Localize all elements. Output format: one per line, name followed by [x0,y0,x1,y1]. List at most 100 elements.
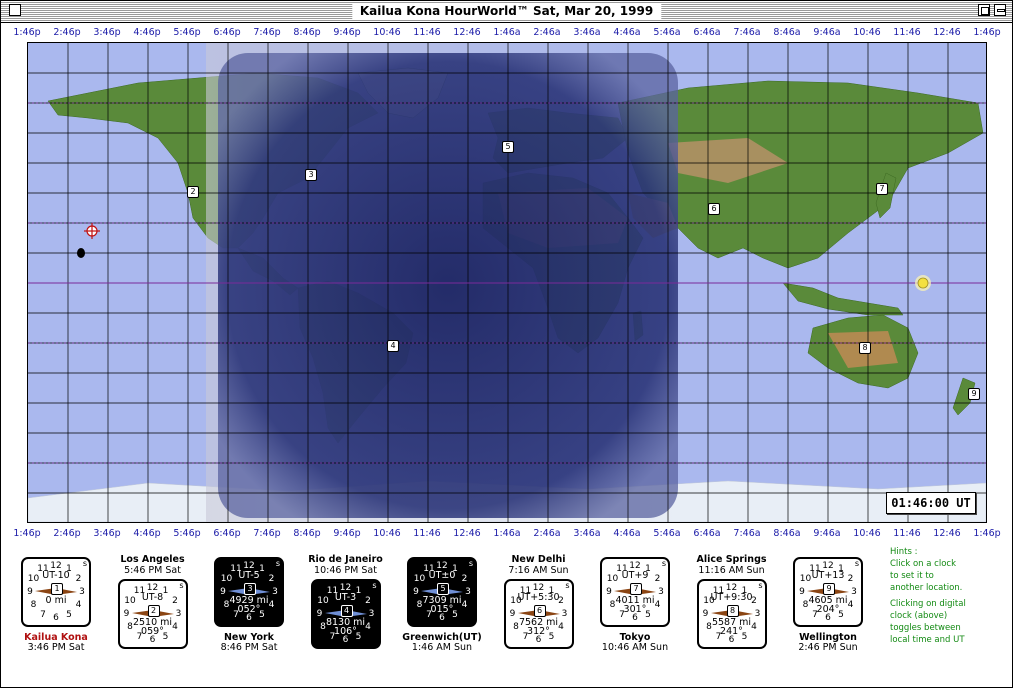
time-label: 2:46p [53,27,81,38]
clock-local-time: 10:46 AM Sun [601,642,669,653]
clock-city-name: Alice Springs [696,554,767,565]
time-label: 7:46p [253,528,281,539]
hints-panel: Hints : Click on a clock to set it to an… [890,546,1008,646]
clock-bearing: 015° [430,604,454,615]
map-marker-3[interactable]: 3 [305,169,317,181]
time-label: 2:46a [533,27,561,38]
time-label: 2:46p [53,528,81,539]
clock-bearing: 241° [720,626,743,637]
time-label: 5:46p [173,27,201,38]
time-label: 2:46a [533,528,561,539]
clock-zone: UT+9 [621,570,649,581]
clock-face[interactable]: 12 1 2 3 4 5 6 7 8 9 10 11 s UT+5:30 6 7562 mi 312° [503,579,574,649]
map-marker-7[interactable]: 7 [876,183,888,195]
time-label: 6:46a [693,528,721,539]
time-label: 4:46a [613,528,641,539]
time-label: 5:46a [653,528,681,539]
clock-bearing: 106° [334,626,357,637]
clock-face[interactable]: 12 1 2 3 4 5 6 7 8 9 10 11 s UT-8 2 2510 mi 059° [117,579,188,649]
clock-number-badge: 1 [51,583,63,595]
time-label: 6:46p [213,27,241,38]
map-marker-5[interactable]: 5 [502,141,514,153]
time-label: 7:46a [733,528,761,539]
map-marker-6[interactable]: 6 [708,203,720,215]
clock-distance: 0 mi [45,595,67,606]
clock-face[interactable]: 12 1 2 3 4 5 6 7 8 9 10 11 s UT+9 7 4011 mi 301° [600,557,670,627]
time-label: 8:46a [773,528,801,539]
map-marker-9[interactable]: 9 [968,388,980,400]
time-label: 1:46p [973,528,1001,539]
clock-face[interactable]: 12 1 2 3 4 5 6 7 8 9 10 11 s UT+13 9 4605 mi 204° [793,557,863,627]
clock-bearing: 301° [623,604,647,615]
time-label: 1:46a [493,27,521,38]
clock-number-badge: 7 [630,583,642,595]
clock-zone: UT-8 [141,592,164,603]
night-region [218,53,678,518]
time-label: 3:46a [573,528,601,539]
clock-zone: UT-3 [334,592,357,603]
time-label: 8:46a [773,27,801,38]
map-marker-8[interactable]: 8 [859,342,871,354]
time-label: 7:46p [253,27,281,38]
time-label: 10:46 [853,528,881,539]
time-label: 10:46 [373,528,401,539]
clock-face[interactable]: 12 1 2 3 4 5 6 7 8 9 10 11 s UT+9:30 8 5587 mi 241° [696,579,767,649]
time-label: 4:46p [133,528,161,539]
clock-city-name: Los Angeles [120,554,185,565]
clock-local-time: 8:46 PM Sat [220,642,278,653]
clock-bearing: 204° [816,604,840,615]
time-label: 6:46a [693,27,721,38]
collapse-box[interactable] [994,4,1006,16]
clock-zone: UT+13 [811,570,845,581]
clock-local-time: 1:46 AM Sun [411,642,473,653]
clock-face[interactable]: 12 1 2 3 4 5 6 7 8 9 10 11 s UT-5 3 4929 mi 052° [214,557,284,627]
time-label: 7:46a [733,27,761,38]
clock-local-time: 5:46 PM Sat [124,565,181,576]
clock-number-badge: 4 [340,605,353,617]
hourworld-window: Kailua Kona HourWorld™ Sat, Mar 20, 1999… [0,0,1013,688]
time-label: 5:46p [173,528,201,539]
time-label: 3:46p [93,27,121,38]
clock-zone: UT-10 [42,570,70,581]
digital-clock[interactable]: 01:46:00 UT [886,492,976,514]
time-label: 12:46 [933,528,961,539]
zoom-box[interactable] [978,4,990,16]
clock-face[interactable]: 12 1 2 3 4 5 6 7 8 9 10 11 s UT±0 5 7309 mi 015° [407,557,477,627]
clock-local-time: 2:46 PM Sun [798,642,858,653]
clock-local-time: 11:16 AM Sun [698,565,765,576]
time-label: 10:46 [853,27,881,38]
clock-number-badge: 8 [726,605,739,617]
time-label: 11:46 [893,27,921,38]
map-marker-4[interactable]: 4 [387,340,399,352]
clock-number-badge: 9 [823,583,835,595]
time-label: 9:46p [333,528,361,539]
map-marker-2[interactable]: 2 [187,186,199,198]
time-ruler-bottom: 1:46p 2:46p 3:46p 4:46p 5:46p 6:46p 7:46p 8:46p… [1,527,1012,541]
time-label: 9:46a [813,528,841,539]
close-box[interactable] [9,4,21,16]
time-label: 8:46p [293,27,321,38]
clock-face[interactable]: 12 1 2 3 4 5 6 7 8 9 10 11 s UT-10 1 0 mi [21,557,91,627]
time-label: 6:46p [213,528,241,539]
hint-digital-toggle: Clicking on digital clock (above) toggle… [890,599,966,645]
clock-city-name: Rio de Janeiro [308,554,383,565]
hint-click-clock: Click on a clock to set it to another lo… [890,559,963,593]
clock-zone: UT-5 [238,570,260,581]
time-label: 12:46 [933,27,961,38]
clock-local-time: 10:46 PM Sat [314,565,377,576]
time-label: 5:46a [653,27,681,38]
clock-bearing: 052° [237,604,261,615]
time-ruler-top: 1:46p 2:46p 3:46p 4:46p 5:46p 6:46p 7:46p 8:46p… [1,26,1012,40]
time-label: 4:46p [133,27,161,38]
map-canvas [28,43,986,522]
time-label: 1:46a [493,528,521,539]
time-label: 12:46 [453,528,481,539]
clock-city-name: New Delhi [511,554,566,565]
time-label: 9:46a [813,27,841,38]
clock-zone: UT+5:30 [517,592,560,603]
title-bar[interactable]: Kailua Kona HourWorld™ Sat, Mar 20, 1999 [1,1,1012,23]
clock-number-badge: 3 [244,583,256,595]
clock-face[interactable]: 12 1 2 3 4 5 6 7 8 9 10 11 s UT-3 4 8130 mi 106° [310,579,381,649]
world-map[interactable]: 2 3 4 5 6 7 8 9 [27,42,987,523]
hints-title: Hints : [890,547,918,557]
